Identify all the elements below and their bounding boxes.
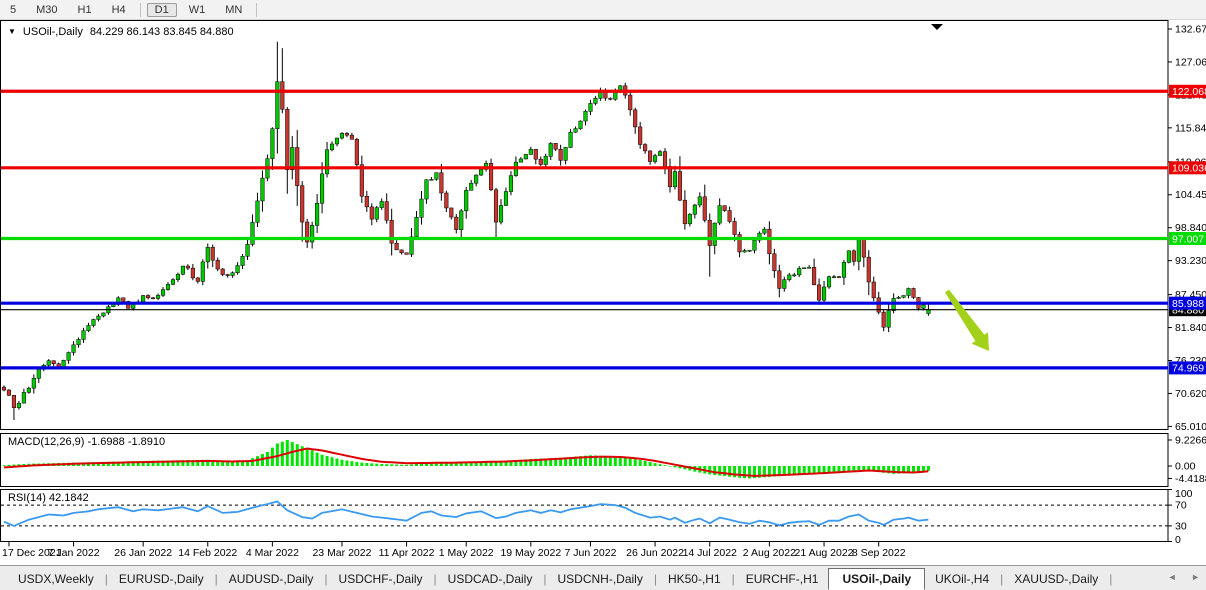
svg-text:1 May 2022: 1 May 2022	[439, 547, 494, 559]
chart-tab-usdchf-daily[interactable]: USDCHF-,Daily	[329, 569, 433, 589]
svg-text:81.840: 81.840	[1175, 322, 1206, 334]
price-chart-canvas[interactable]: 132.670127.060121.450115.840110.060104.4…	[0, 0, 1206, 565]
date-axis: 17 Dec 20217 Jan 202226 Jan 202214 Feb 2…	[2, 542, 906, 560]
macd-indicator-label: MACD(12,26,9) -1.6988 -1.8910	[8, 436, 165, 448]
chart-tab-usdcad-daily[interactable]: USDCAD-,Daily	[438, 569, 543, 589]
svg-text:109.036: 109.036	[1172, 163, 1206, 175]
trading-platform-window: 5M30H1H4D1W1MN 132.670127.060121.450115.…	[0, 0, 1206, 590]
svg-text:85.988: 85.988	[1172, 298, 1204, 310]
svg-text:23 Mar 2022: 23 Mar 2022	[312, 547, 371, 559]
svg-text:7 Jun 2022: 7 Jun 2022	[564, 547, 616, 559]
chart-tab-hk50-h1[interactable]: HK50-,H1	[658, 569, 731, 589]
tab-scroll-right-icon[interactable]: ►	[1191, 572, 1200, 582]
price-tag-109.036: 109.036	[1169, 161, 1206, 174]
rsi-pane	[1, 490, 1169, 542]
svg-text:70.620: 70.620	[1175, 388, 1206, 400]
svg-text:74.969: 74.969	[1172, 363, 1204, 375]
svg-text:26 Jan 2022: 26 Jan 2022	[114, 547, 172, 559]
svg-text:115.840: 115.840	[1175, 122, 1206, 134]
svg-text:19 May 2022: 19 May 2022	[500, 547, 561, 559]
svg-text:7 Jan 2022: 7 Jan 2022	[48, 547, 100, 559]
svg-text:100: 100	[1175, 488, 1193, 500]
svg-text:132.670: 132.670	[1175, 24, 1206, 36]
chart-tab-xauusd-daily[interactable]: XAUUSD-,Daily	[1004, 569, 1108, 589]
tab-scroll-left-icon[interactable]: ◄	[1168, 572, 1177, 582]
chart-symbol-label: USOil-,Daily	[23, 26, 83, 38]
svg-text:122.068: 122.068	[1172, 86, 1206, 98]
svg-text:70: 70	[1175, 500, 1187, 512]
chart-ohlc-readout: 84.229 86.143 83.845 84.880	[90, 26, 234, 38]
svg-text:9.2266: 9.2266	[1175, 434, 1206, 446]
svg-text:-4.4188: -4.4188	[1175, 473, 1206, 485]
price-tag-97.007: 97.007	[1169, 232, 1206, 245]
svg-text:26 Jun 2022: 26 Jun 2022	[626, 547, 684, 559]
svg-text:93.230: 93.230	[1175, 255, 1206, 267]
svg-text:4 Mar 2022: 4 Mar 2022	[246, 547, 299, 559]
svg-text:127.060: 127.060	[1175, 56, 1206, 68]
chart-tab-usdx-weekly[interactable]: USDX,Weekly	[8, 569, 104, 589]
chart-tab-eurusd-daily[interactable]: EURUSD-,Daily	[109, 569, 214, 589]
svg-text:8 Sep 2022: 8 Sep 2022	[852, 547, 906, 559]
symbol-dropdown-icon[interactable]: ▼	[8, 28, 16, 36]
chart-tab-usdcnh-daily[interactable]: USDCNH-,Daily	[547, 569, 652, 589]
chart-tab-ukoil-h4[interactable]: UKOil-,H4	[925, 569, 999, 589]
svg-text:0.00: 0.00	[1175, 461, 1196, 473]
rsi-indicator-label: RSI(14) 42.1842	[8, 492, 89, 504]
svg-text:2 Aug 2022: 2 Aug 2022	[743, 547, 796, 559]
chart-tab-audusd-daily[interactable]: AUDUSD-,Daily	[219, 569, 324, 589]
svg-text:65.010: 65.010	[1175, 421, 1206, 433]
svg-text:104.450: 104.450	[1175, 189, 1206, 201]
price-tag-85.988: 85.988	[1169, 297, 1206, 310]
price-tag-74.969: 74.969	[1169, 361, 1206, 374]
svg-text:11 Apr 2022: 11 Apr 2022	[379, 547, 435, 559]
svg-text:0: 0	[1175, 534, 1181, 546]
price-axis: 132.670127.060121.450115.840110.060104.4…	[1168, 24, 1206, 547]
chart-tab-eurchf-h1[interactable]: EURCHF-,H1	[736, 569, 829, 589]
svg-text:30: 30	[1175, 520, 1187, 532]
tab-scroll-controls: ◄ ►	[1156, 572, 1200, 582]
price-tag-122.068: 122.068	[1169, 85, 1206, 98]
tab-separator: |	[1108, 572, 1113, 586]
svg-text:21 Aug 2022: 21 Aug 2022	[795, 547, 854, 559]
svg-text:14 Feb 2022: 14 Feb 2022	[178, 547, 237, 559]
svg-text:97.007: 97.007	[1172, 233, 1204, 245]
chart-tab-bar: USDX,Weekly|EURUSD-,Daily|AUDUSD-,Daily|…	[0, 565, 1206, 590]
svg-text:14 Jul 2022: 14 Jul 2022	[683, 547, 737, 559]
chart-tab-usoil-daily[interactable]: USOil-,Daily	[828, 568, 925, 590]
chart-title-overlay: ▼ USOil-,Daily 84.229 86.143 83.845 84.8…	[8, 26, 234, 38]
